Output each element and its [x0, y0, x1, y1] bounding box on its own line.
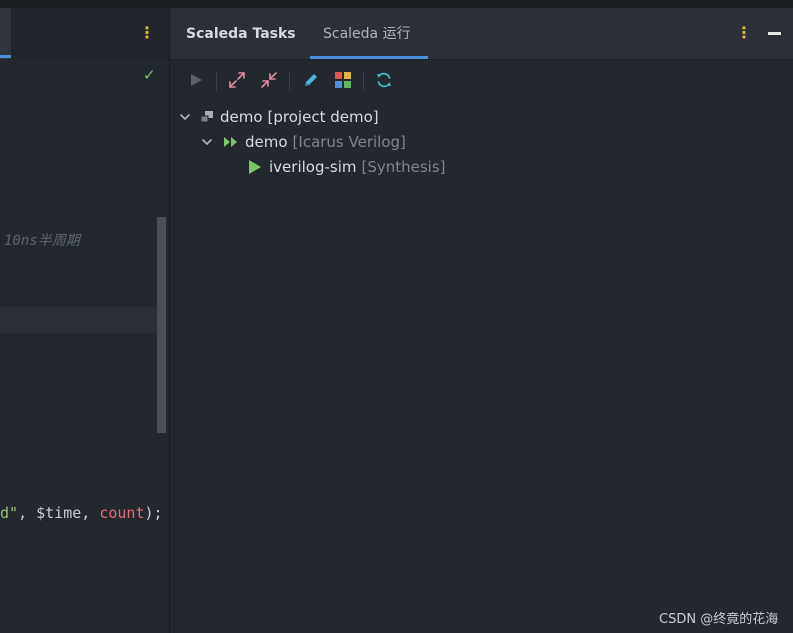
code-comment: 10ns半周期	[4, 233, 80, 249]
code-line: d", $time, count);	[0, 504, 163, 522]
toolbar-separator	[363, 71, 364, 91]
target-hint: [Icarus Verilog]	[292, 132, 406, 151]
code-variable: count	[99, 504, 145, 522]
code-editor[interactable]: ⋮ ✓ 10ns半周期 d", $time, count);	[0, 8, 169, 633]
editor-tab-indicator	[0, 55, 11, 58]
fast-forward-icon	[223, 136, 239, 148]
inspection-ok-icon[interactable]: ✓	[143, 66, 156, 84]
tab-scaleda-tasks[interactable]: Scaleda Tasks	[186, 8, 296, 59]
toolbar	[170, 60, 793, 100]
refresh-button[interactable]	[372, 68, 396, 92]
code-string: d"	[0, 504, 19, 522]
run-icon	[191, 74, 202, 86]
project-hint: [project demo]	[267, 107, 379, 126]
collapse-all-icon	[261, 72, 277, 88]
refresh-icon	[377, 72, 391, 88]
tree-item-target[interactable]: demo [Icarus Verilog]	[200, 129, 406, 154]
project-icon	[200, 110, 214, 124]
code-sysvar: $time	[36, 504, 82, 522]
task-hint: [Synthesis]	[361, 157, 446, 176]
toolbar-separator	[289, 71, 290, 91]
watermark: CSDN @终竟的花海	[659, 612, 779, 627]
config-button[interactable]	[331, 68, 355, 92]
chevron-down-icon[interactable]	[200, 135, 214, 149]
config-grid-icon	[335, 72, 351, 88]
top-strip	[0, 0, 793, 8]
options-more-icon[interactable]: ⋮	[736, 22, 752, 44]
collapse-all-button[interactable]	[257, 68, 281, 92]
chevron-down-icon[interactable]	[178, 110, 192, 124]
code-punct: );	[144, 504, 163, 522]
project-name: demo	[220, 107, 263, 126]
current-line-highlight	[0, 307, 158, 333]
expand-all-button[interactable]	[225, 68, 249, 92]
code-punct: ,	[18, 504, 37, 522]
edit-button[interactable]	[299, 68, 323, 92]
minimize-icon[interactable]	[768, 32, 781, 35]
task-name: iverilog-sim	[269, 157, 357, 176]
editor-scrollbar[interactable]	[157, 217, 166, 433]
edit-icon	[305, 74, 317, 86]
play-icon	[248, 159, 262, 175]
code-punct: ,	[81, 504, 100, 522]
target-name: demo	[245, 132, 288, 151]
editor-tab[interactable]	[0, 8, 11, 59]
tool-window-header: Scaleda Tasks Scaleda 运行 ⋮	[170, 8, 793, 60]
run-button[interactable]	[184, 68, 208, 92]
tree-item-task[interactable]: iverilog-sim [Synthesis]	[248, 154, 446, 179]
tab-selection-indicator	[310, 56, 428, 59]
tree-item-project[interactable]: demo [project demo]	[178, 104, 379, 129]
editor-more-icon[interactable]: ⋮	[139, 22, 155, 44]
toolbar-separator	[216, 71, 217, 91]
tab-scaleda-run[interactable]: Scaleda 运行	[323, 8, 411, 59]
expand-all-icon	[229, 72, 245, 88]
editor-header: ⋮	[0, 8, 169, 59]
scaleda-tool-window: Scaleda Tasks Scaleda 运行 ⋮ demo [project…	[170, 8, 793, 633]
